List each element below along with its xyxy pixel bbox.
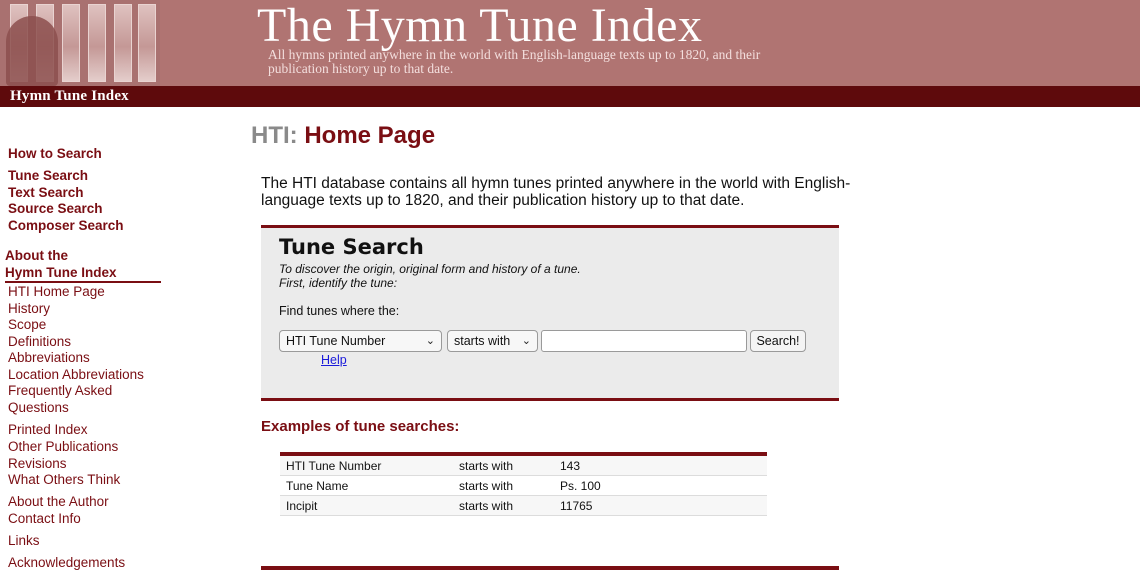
table-row[interactable]: HTI Tune Number starts with 143 bbox=[280, 456, 767, 476]
bottom-divider bbox=[261, 566, 839, 570]
examples-heading: Examples of tune searches: bbox=[261, 418, 460, 435]
page-title-main: Home Page bbox=[304, 122, 436, 149]
banner-strip bbox=[0, 86, 1140, 107]
example-operator: starts with bbox=[459, 479, 514, 493]
sidebar-item-hti-home-page[interactable]: HTI Home Page bbox=[8, 284, 105, 300]
chevron-down-icon: ⌄ bbox=[521, 335, 531, 347]
sidebar-item-links[interactable]: Links bbox=[8, 533, 40, 549]
banner-title: The Hymn Tune Index bbox=[257, 0, 703, 52]
operator-select[interactable]: starts with ⌄ bbox=[447, 330, 538, 352]
sidebar-item-text-search[interactable]: Text Search bbox=[8, 185, 84, 201]
example-operator: starts with bbox=[459, 459, 514, 473]
operator-select-value: starts with bbox=[454, 334, 511, 348]
sidebar-item-tune-search[interactable]: Tune Search bbox=[8, 168, 88, 184]
table-row[interactable]: Tune Name starts with Ps. 100 bbox=[280, 476, 767, 496]
search-desc-line1: To discover the origin, original form an… bbox=[279, 262, 581, 276]
sidebar-item-abbreviations[interactable]: Abbreviations bbox=[8, 350, 90, 366]
window-pane bbox=[88, 4, 106, 82]
sidebar-item-contact-info[interactable]: Contact Info bbox=[8, 511, 81, 527]
sidebar-item-printed-index[interactable]: Printed Index bbox=[8, 422, 88, 438]
field-select[interactable]: HTI Tune Number ⌄ bbox=[279, 330, 442, 352]
sidebar-item-about-the-author[interactable]: About the Author bbox=[8, 494, 109, 510]
chevron-down-icon: ⌄ bbox=[425, 335, 435, 347]
example-value: Ps. 100 bbox=[560, 479, 601, 493]
sidebar-item-history[interactable]: History bbox=[8, 301, 50, 317]
intro-text: The HTI database contains all hymn tunes… bbox=[261, 175, 851, 209]
examples-table: HTI Tune Number starts with 143 Tune Nam… bbox=[280, 452, 767, 516]
example-field: HTI Tune Number bbox=[286, 459, 382, 473]
window-pane bbox=[138, 4, 156, 82]
about-heading: About the bbox=[5, 248, 68, 263]
tune-search-description: To discover the origin, original form an… bbox=[279, 262, 581, 290]
example-operator: starts with bbox=[459, 499, 514, 513]
sidebar-item-revisions[interactable]: Revisions bbox=[8, 456, 67, 472]
field-select-value: HTI Tune Number bbox=[286, 334, 386, 348]
sidebar-item-faq[interactable]: Frequently Asked bbox=[8, 383, 112, 399]
table-row[interactable]: Incipit starts with 11765 bbox=[280, 496, 767, 516]
sidebar-item-other-publications[interactable]: Other Publications bbox=[8, 439, 118, 455]
sidebar-item-source-search[interactable]: Source Search bbox=[8, 201, 103, 217]
site-name[interactable]: Hymn Tune Index bbox=[10, 88, 129, 105]
sidebar-item-composer-search[interactable]: Composer Search bbox=[8, 218, 124, 234]
tune-search-heading: Tune Search bbox=[279, 235, 424, 259]
page-title-prefix: HTI: bbox=[251, 122, 298, 149]
sidebar-item-scope[interactable]: Scope bbox=[8, 317, 46, 333]
tune-search-panel: Tune Search To discover the origin, orig… bbox=[261, 225, 839, 401]
sidebar-item-what-others-think[interactable]: What Others Think bbox=[8, 472, 120, 488]
sidebar-item-location-abbreviations[interactable]: Location Abbreviations bbox=[8, 367, 144, 383]
search-button[interactable]: Search! bbox=[750, 330, 806, 352]
example-value: 11765 bbox=[560, 499, 593, 513]
figure-silhouette bbox=[6, 16, 58, 86]
search-input[interactable] bbox=[541, 330, 747, 352]
sidebar-item-faq-line2[interactable]: Questions bbox=[8, 400, 69, 416]
help-link[interactable]: Help bbox=[321, 353, 347, 367]
sidebar-item-definitions[interactable]: Definitions bbox=[8, 334, 71, 350]
search-desc-line2: First, identify the tune: bbox=[279, 276, 398, 290]
page-title: HTI: Home Page bbox=[251, 121, 435, 151]
logo-image[interactable] bbox=[0, 0, 160, 86]
window-pane bbox=[114, 4, 132, 82]
example-field: Incipit bbox=[286, 499, 318, 513]
about-heading-line2: Hymn Tune Index bbox=[5, 265, 117, 280]
sidebar: How to Search Tune Search Text Search So… bbox=[0, 107, 180, 573]
window-pane bbox=[62, 4, 80, 82]
sidebar-item-how-to-search[interactable]: How to Search bbox=[8, 146, 102, 162]
sidebar-item-acknowledgements[interactable]: Acknowledgements bbox=[8, 555, 125, 571]
find-label: Find tunes where the: bbox=[279, 304, 400, 318]
about-divider bbox=[5, 281, 161, 283]
example-value: 143 bbox=[560, 459, 581, 473]
banner-subtitle: All hymns printed anywhere in the world … bbox=[268, 47, 761, 76]
example-field: Tune Name bbox=[286, 479, 349, 493]
site-banner: The Hymn Tune Index All hymns printed an… bbox=[0, 0, 1140, 86]
